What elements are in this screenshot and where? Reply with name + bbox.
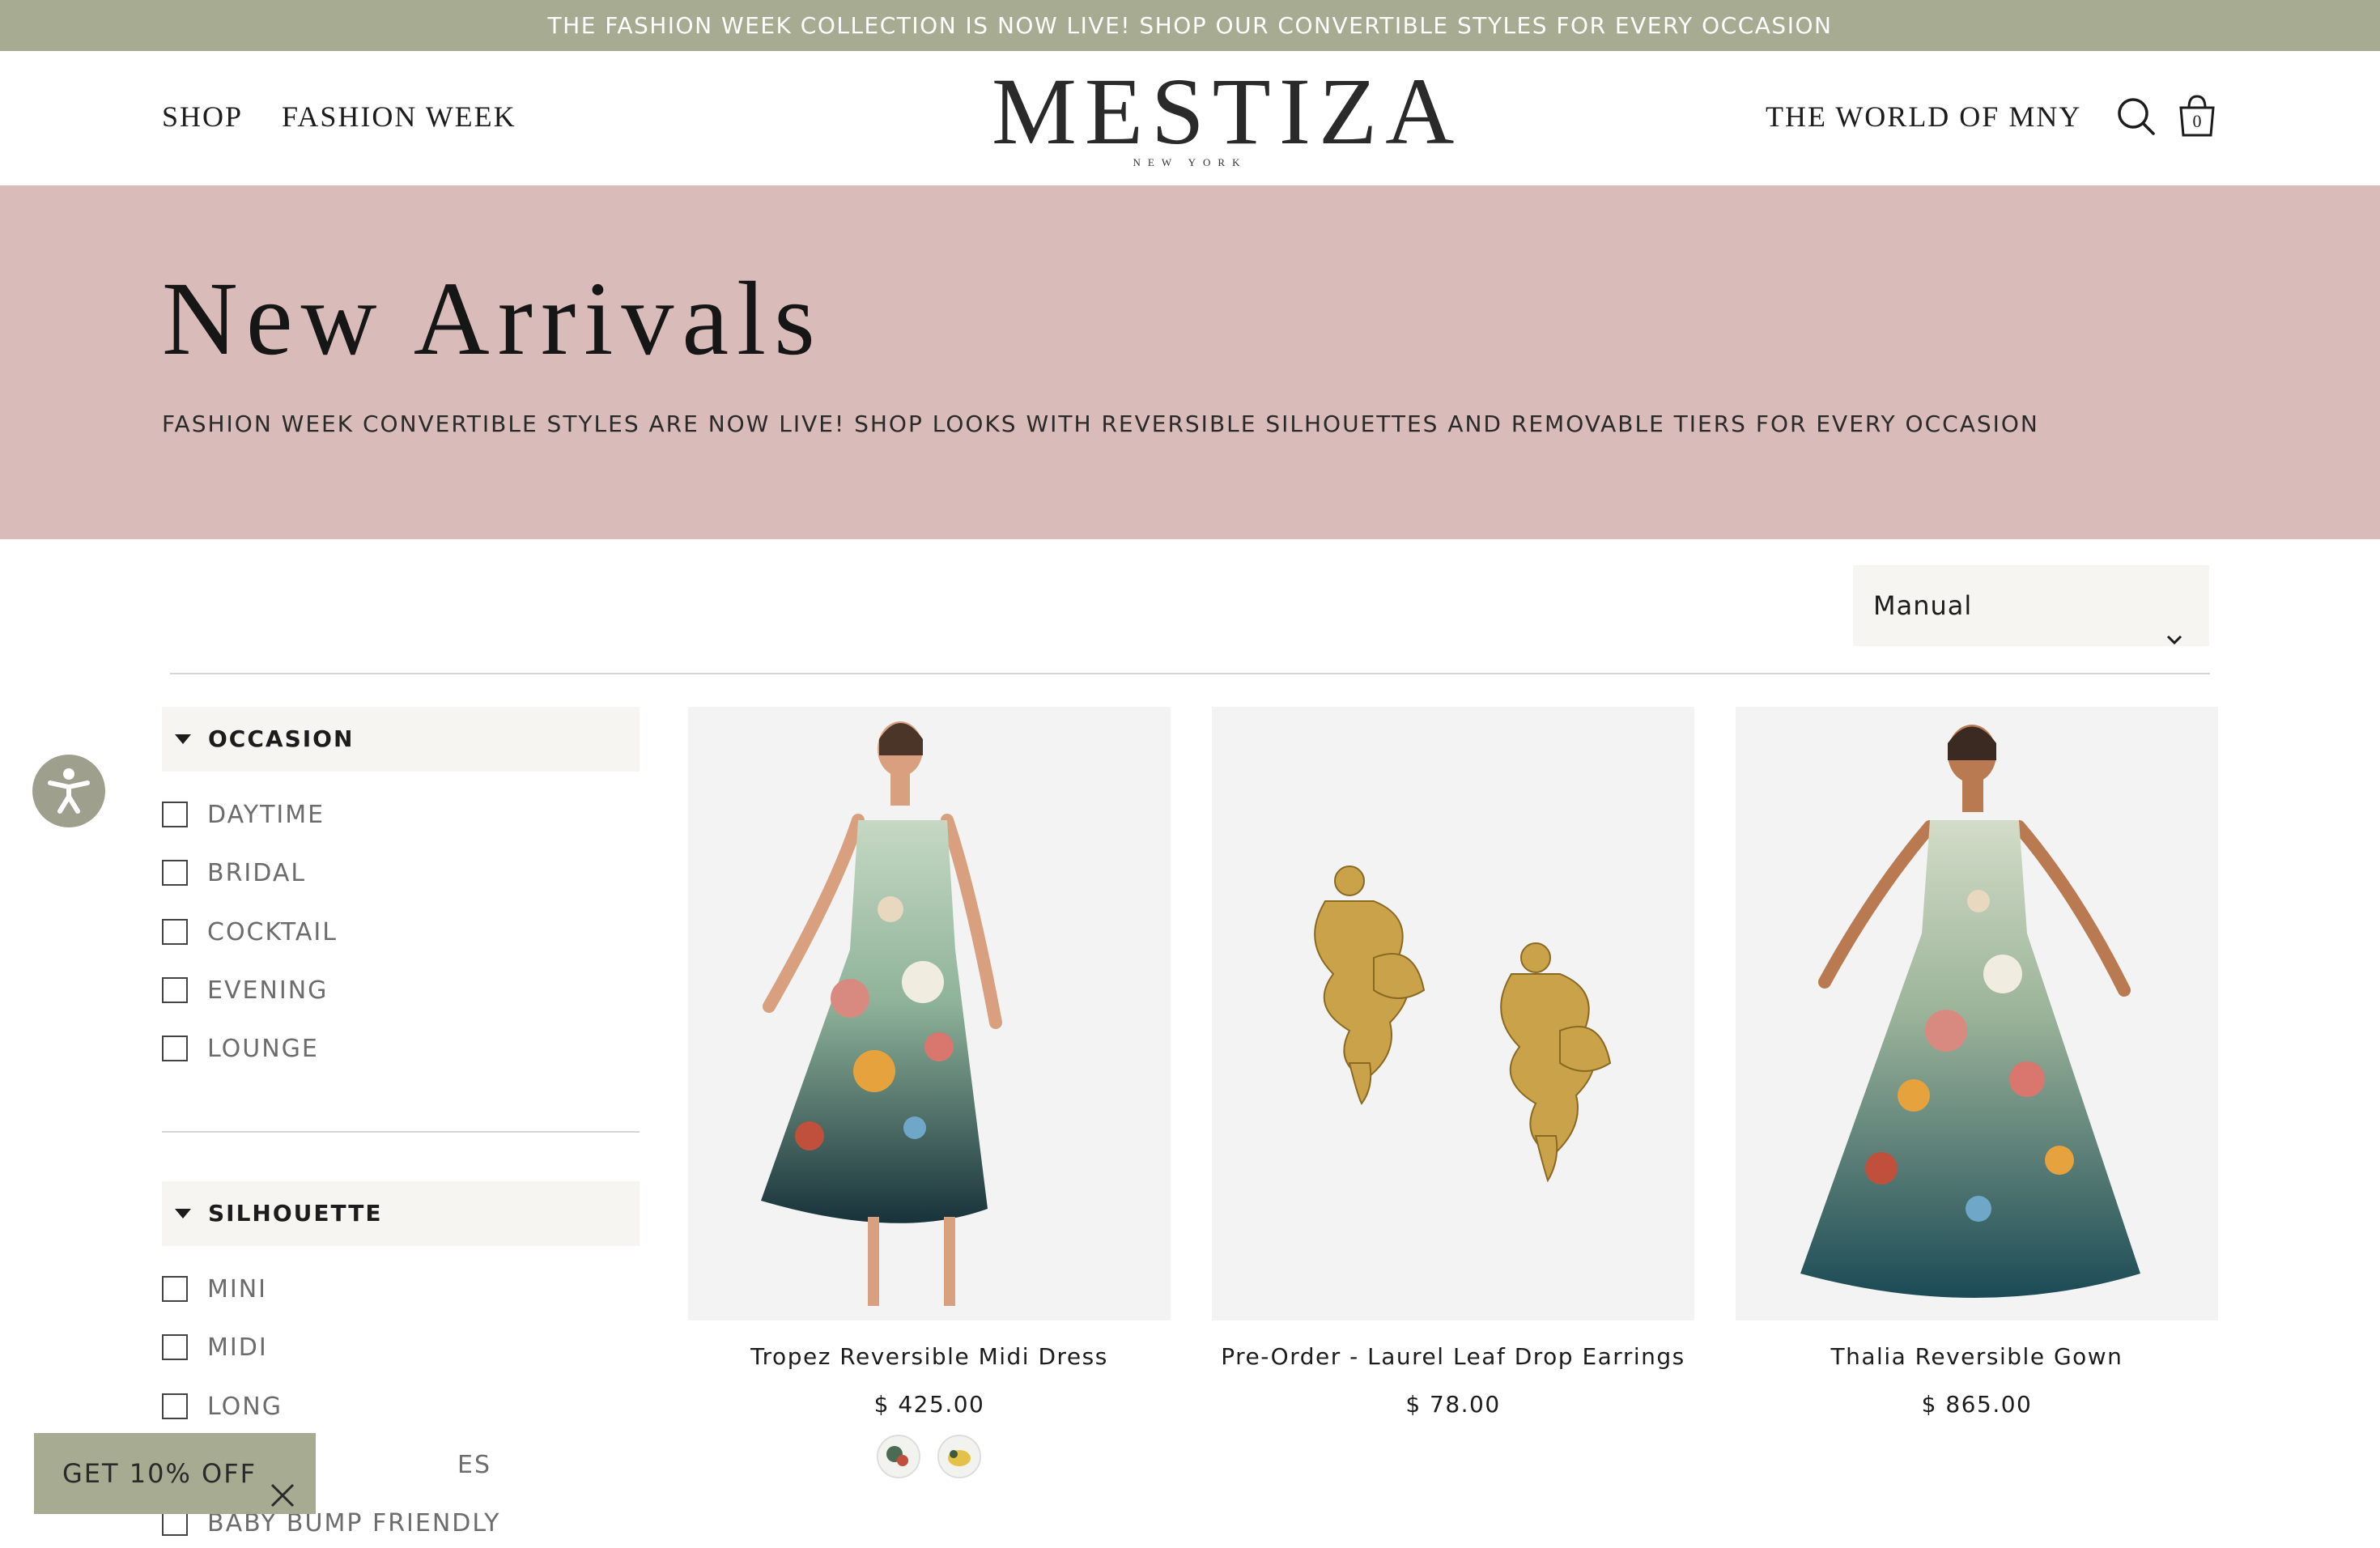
checkbox[interactable]	[162, 977, 188, 1003]
shopping-bag-icon[interactable]: 0	[2176, 93, 2218, 138]
nav-world-of-mny[interactable]: THE WORLD OF MNY	[1766, 100, 2081, 134]
checkbox[interactable]	[162, 1276, 188, 1302]
filter-divider	[162, 1131, 640, 1133]
cart-count: 0	[2192, 111, 2202, 131]
announcement-bar[interactable]: THE FASHION WEEK COLLECTION IS NOW LIVE!…	[0, 0, 2380, 51]
product-price: $ 865.00	[1921, 1391, 2033, 1418]
page-title: New Arrivals	[162, 261, 823, 377]
caret-down-icon	[175, 1209, 191, 1218]
product-image[interactable]	[688, 707, 1171, 1320]
filter-option-label: MINI	[207, 1275, 268, 1303]
product-card[interactable]: Pre-Order - Laurel Leaf Drop Earrings $ …	[1212, 707, 1694, 1418]
product-image[interactable]	[1212, 707, 1694, 1320]
filter-option-label: DAYTIME	[207, 801, 325, 829]
sort-value: Manual	[1873, 590, 1973, 621]
filter-occasion-header[interactable]: OCCASION	[162, 707, 640, 772]
gown-image	[1800, 725, 2140, 1298]
filter-option-label: EVENING	[207, 976, 329, 1005]
dress-image	[761, 721, 1002, 1306]
product-title[interactable]: Thalia Reversible Gown	[1736, 1343, 2218, 1370]
logo[interactable]: MESTIZA NEW YORK	[992, 58, 1463, 169]
close-icon[interactable]	[269, 1460, 296, 1541]
chevron-down-icon	[2165, 596, 2183, 677]
product-title[interactable]: Tropez Reversible Midi Dress	[688, 1343, 1171, 1370]
sort-select[interactable]: Manual	[1853, 565, 2209, 646]
discount-tab[interactable]: GET 10% OFF	[34, 1433, 316, 1514]
checkbox[interactable]	[162, 1393, 188, 1419]
hero-subtitle: FASHION WEEK CONVERTIBLE STYLES ARE NOW …	[162, 410, 2039, 437]
filter-option-label: COCKTAIL	[207, 918, 338, 946]
swatch-yellow[interactable]	[937, 1435, 981, 1478]
swatch-floral-green[interactable]	[877, 1435, 920, 1478]
logo-wordmark: MESTIZA	[992, 58, 1463, 164]
filter-title: OCCASION	[208, 725, 355, 752]
product-card[interactable]: Thalia Reversible Gown $ 865.00	[1736, 707, 2218, 1418]
nav-shop[interactable]: SHOP	[162, 100, 243, 134]
product-card[interactable]: Tropez Reversible Midi Dress $ 425.00	[688, 707, 1171, 1418]
checkbox[interactable]	[162, 860, 188, 886]
filter-option-label: LONG	[207, 1393, 283, 1421]
filter-title: SILHOUETTE	[208, 1200, 383, 1227]
product-price: $ 425.00	[873, 1391, 985, 1418]
filter-silhouette-header[interactable]: SILHOUETTE	[162, 1181, 640, 1246]
product-title[interactable]: Pre-Order - Laurel Leaf Drop Earrings	[1212, 1343, 1694, 1370]
product-price: $ 78.00	[1405, 1391, 1501, 1418]
product-image[interactable]	[1736, 707, 2218, 1320]
nav-fashion-week[interactable]: FASHION WEEK	[282, 100, 516, 134]
filter-option-label: ES	[457, 1451, 491, 1479]
accessibility-icon	[48, 768, 90, 814]
site-header: SHOP FASHION WEEK MESTIZA NEW YORK THE W…	[0, 51, 2380, 185]
hero-banner: New Arrivals FASHION WEEK CONVERTIBLE ST…	[0, 185, 2380, 539]
checkbox[interactable]	[162, 1036, 188, 1061]
caret-down-icon	[175, 734, 191, 744]
discount-label: GET 10% OFF	[62, 1458, 257, 1489]
checkbox[interactable]	[162, 1334, 188, 1360]
earrings-image	[1314, 865, 1612, 1183]
search-icon[interactable]	[2116, 96, 2157, 141]
filter-option-label: MIDI	[207, 1333, 268, 1362]
filter-option-label: BRIDAL	[207, 859, 307, 887]
divider	[170, 673, 2210, 674]
accessibility-button[interactable]	[32, 755, 105, 827]
checkbox[interactable]	[162, 919, 188, 945]
filter-option-label: LOUNGE	[207, 1035, 319, 1063]
checkbox[interactable]	[162, 802, 188, 827]
